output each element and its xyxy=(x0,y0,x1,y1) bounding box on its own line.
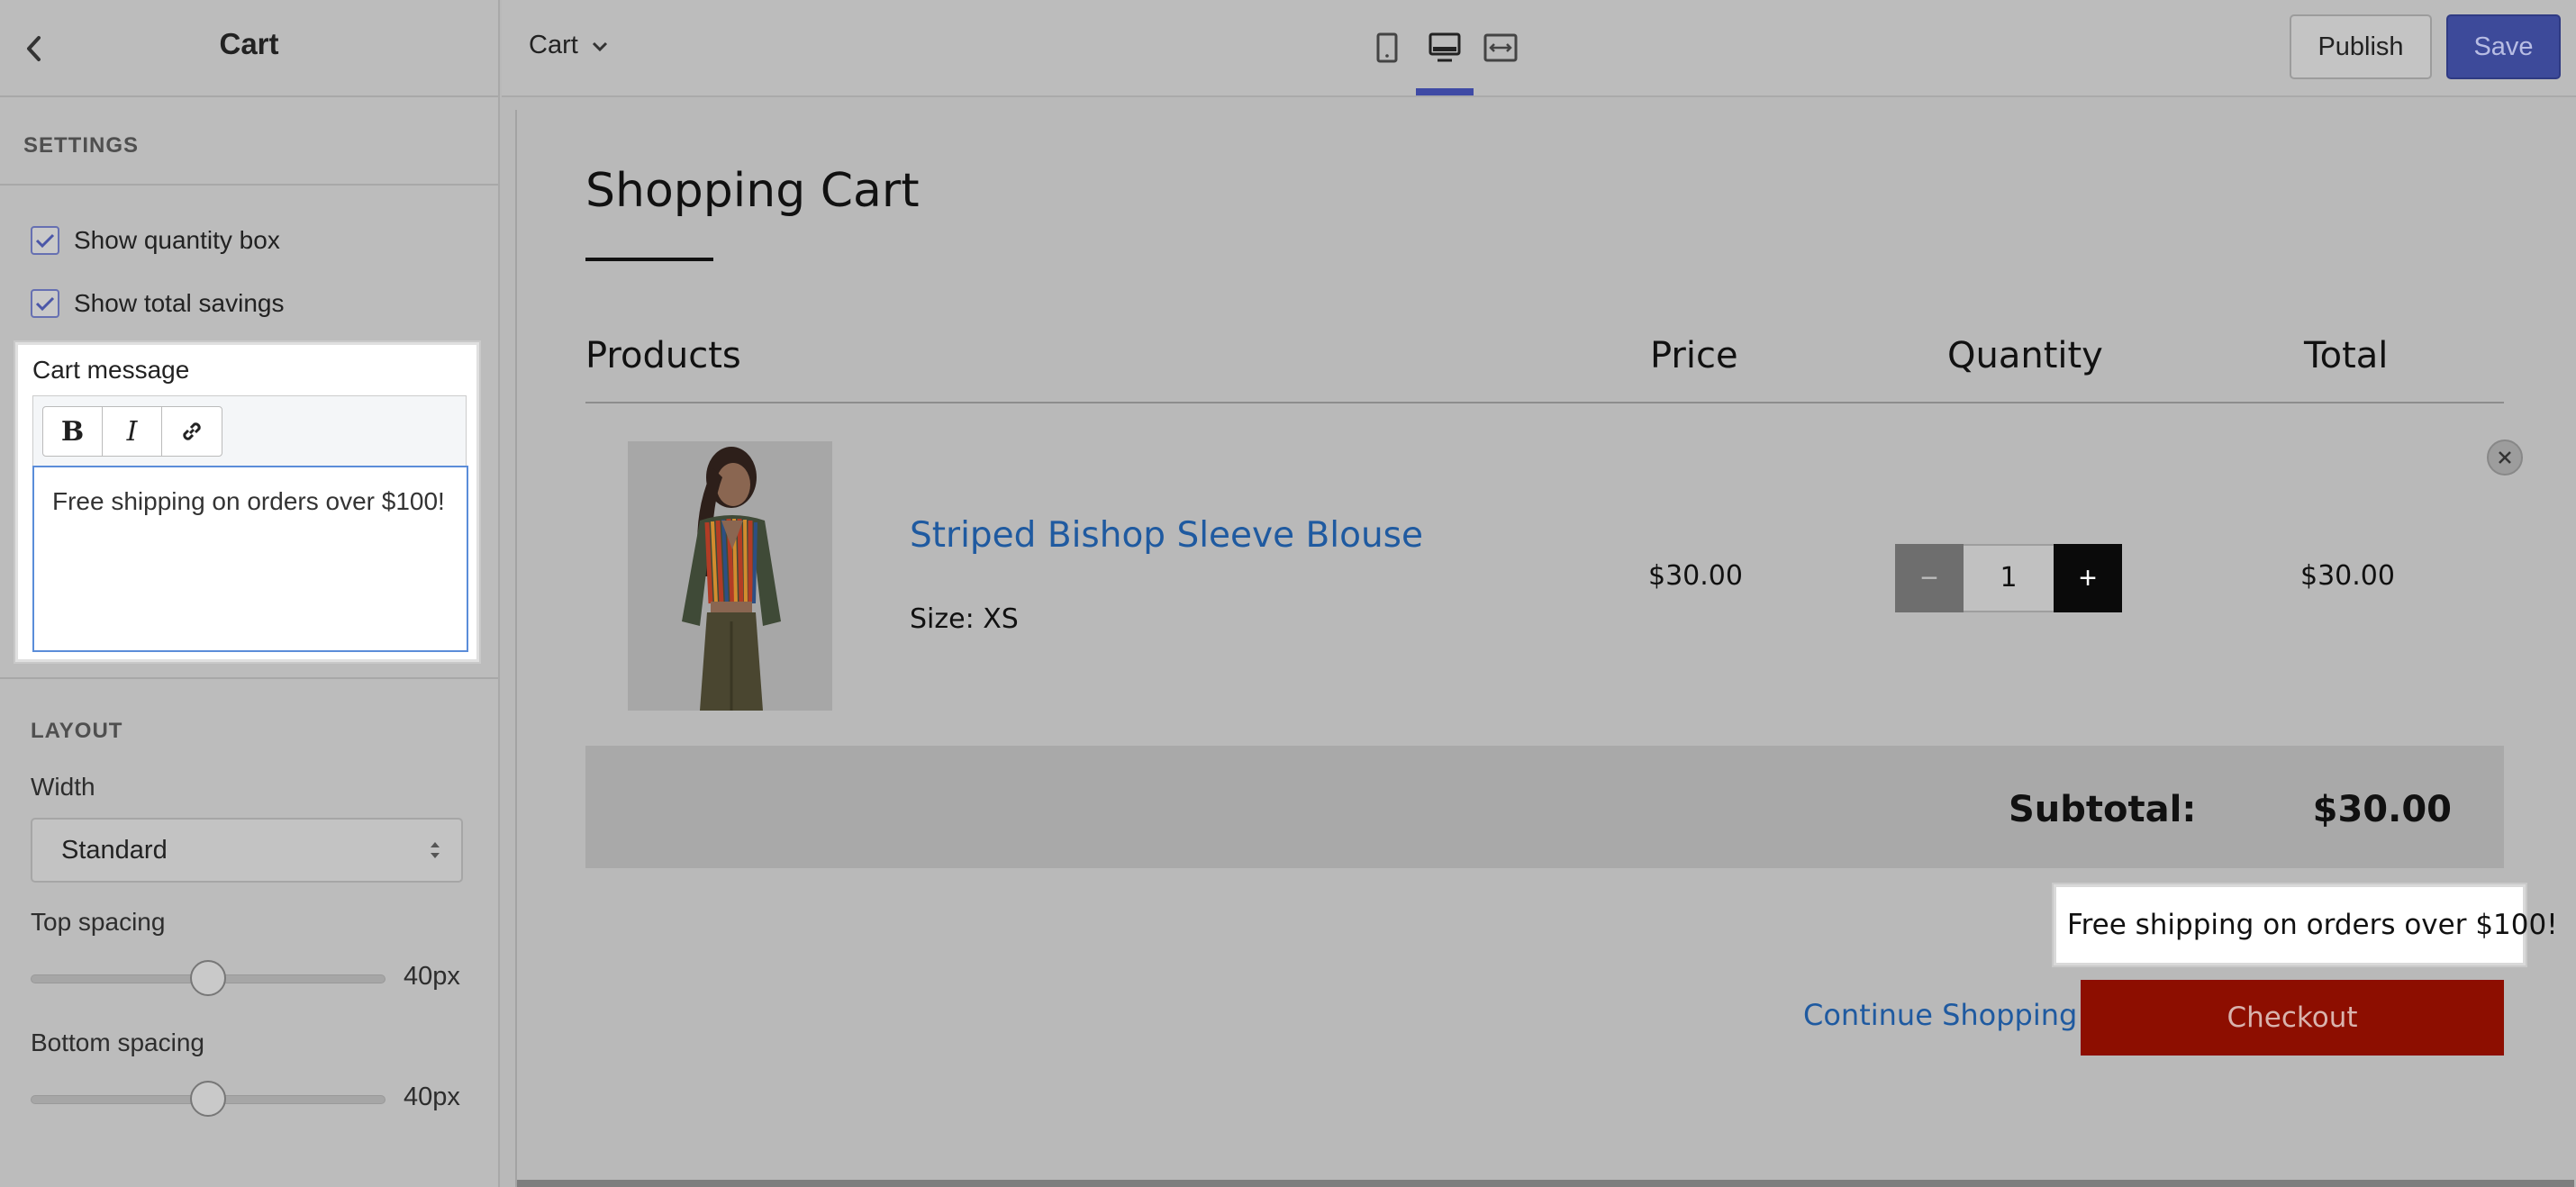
layout-heading: LAYOUT xyxy=(31,719,123,743)
subtotal-label: Subtotal: xyxy=(2009,789,2197,830)
publish-button[interactable]: Publish xyxy=(2290,14,2432,79)
settings-heading: SETTINGS xyxy=(23,133,140,158)
show-savings-checkbox[interactable]: Show total savings xyxy=(31,289,284,318)
checkbox-checked-icon[interactable] xyxy=(31,226,59,255)
subtotal-bar: Subtotal: $30.00 xyxy=(585,746,2504,868)
link-icon[interactable] xyxy=(162,407,222,456)
settings-section-header: SETTINGS xyxy=(0,97,498,186)
chevron-down-icon xyxy=(591,31,609,60)
top-spacing-slider[interactable] xyxy=(31,960,385,996)
checkbox-checked-icon[interactable] xyxy=(31,289,59,318)
mobile-icon[interactable] xyxy=(1365,27,1410,68)
width-label: Width xyxy=(31,773,95,801)
format-button-group: B I xyxy=(42,406,222,457)
page-title: Shopping Cart xyxy=(585,164,920,218)
layout-section: LAYOUT Width Standard Top spacing 40px B… xyxy=(0,677,498,1117)
page-select-label: Cart xyxy=(529,31,578,59)
width-select[interactable]: Standard xyxy=(31,818,463,883)
continue-shopping-link[interactable]: Continue Shopping xyxy=(1803,998,2077,1032)
bold-button[interactable]: B xyxy=(43,407,103,456)
subtotal-value: $30.00 xyxy=(2312,789,2452,830)
select-arrows-icon xyxy=(431,842,440,858)
quantity-increase-button[interactable]: + xyxy=(2054,544,2122,612)
page-select-dropdown[interactable]: Cart xyxy=(529,31,609,60)
slider-thumb[interactable] xyxy=(190,960,226,996)
fullwidth-icon[interactable] xyxy=(1478,27,1523,68)
cart-message-field: Cart message B I Free shipping on orders… xyxy=(15,342,479,662)
cart-message-label: Cart message xyxy=(32,356,190,384)
header-divider xyxy=(585,402,2504,403)
item-total: $30.00 xyxy=(2300,560,2395,592)
cart-message-note[interactable]: Free shipping on orders over $100! xyxy=(2054,884,2558,965)
top-spacing-value: 40px xyxy=(404,962,460,991)
settings-sidebar: Cart SETTINGS Show quantity box Show tot… xyxy=(0,0,500,1187)
rich-text-editor: B I Free shipping on orders over $100! xyxy=(32,395,468,652)
product-image[interactable] xyxy=(628,441,832,711)
save-button[interactable]: Save xyxy=(2446,14,2561,79)
product-size: Size: XS xyxy=(910,603,1019,635)
quantity-input[interactable]: 1 xyxy=(1964,544,2054,612)
show-quantity-label: Show quantity box xyxy=(74,226,280,254)
item-price: $30.00 xyxy=(1648,560,1743,592)
show-quantity-checkbox[interactable]: Show quantity box xyxy=(31,226,280,255)
bottom-spacing-slider[interactable] xyxy=(31,1081,385,1117)
cart-message-textarea[interactable]: Free shipping on orders over $100! xyxy=(32,466,468,652)
editor-toolbar: B I xyxy=(33,396,466,467)
column-header-price: Price xyxy=(1650,335,1738,376)
store-preview: Shopping Cart Products Price Quantity To… xyxy=(515,110,2574,1187)
top-spacing-label: Top spacing xyxy=(31,908,166,936)
column-header-total: Total xyxy=(2304,335,2389,376)
column-header-products: Products xyxy=(585,335,741,376)
slider-thumb[interactable] xyxy=(190,1081,226,1117)
title-underline xyxy=(585,258,713,261)
sidebar-header: Cart xyxy=(0,0,498,97)
editor-topbar: Cart Publish Save xyxy=(502,0,2576,97)
bottom-spacing-label: Bottom spacing xyxy=(31,1028,204,1056)
show-savings-label: Show total savings xyxy=(74,289,285,317)
active-device-indicator xyxy=(1416,88,1474,95)
quantity-decrease-button[interactable]: − xyxy=(1895,544,1964,612)
close-icon[interactable] xyxy=(2487,439,2523,476)
bottom-spacing-value: 40px xyxy=(404,1083,460,1111)
column-header-quantity: Quantity xyxy=(1947,335,2103,376)
desktop-icon[interactable] xyxy=(1422,27,1467,68)
checkout-button[interactable]: Checkout xyxy=(2081,980,2504,1056)
italic-button[interactable]: I xyxy=(103,407,162,456)
product-name-link[interactable]: Striped Bishop Sleeve Blouse xyxy=(910,515,1423,556)
sidebar-title: Cart xyxy=(219,27,279,60)
width-select-value: Standard xyxy=(61,836,168,865)
